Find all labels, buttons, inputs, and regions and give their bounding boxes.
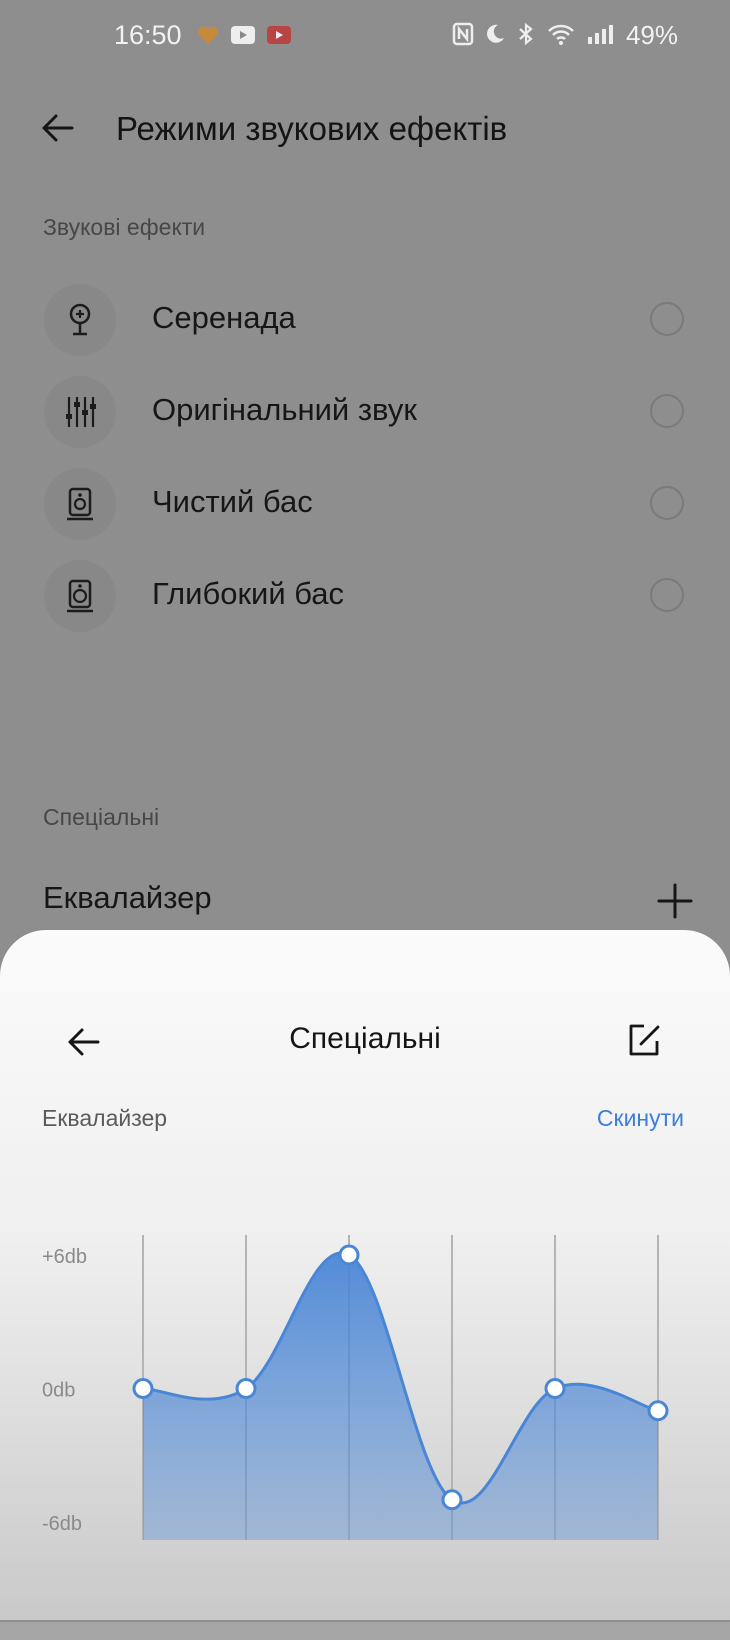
add-icon[interactable] [656, 882, 694, 920]
equalizer-row-label[interactable]: Еквалайзер [43, 880, 212, 916]
radio-deep-bass[interactable] [650, 578, 684, 612]
nfc-icon [452, 22, 474, 46]
heart-notification-icon [198, 26, 218, 44]
eq-band-handle[interactable] [235, 1378, 257, 1399]
moon-icon [487, 24, 504, 43]
speaker-icon [67, 487, 93, 521]
wifi-icon [548, 24, 574, 45]
icon-background [44, 376, 116, 448]
status-time: 16:50 [114, 20, 182, 50]
eq-band-handle[interactable] [647, 1400, 669, 1422]
section-label-special: Спеціальні [43, 804, 160, 830]
y-tick-label: -6db [42, 1513, 82, 1535]
section-label-sound-effects: Звукові ефекти [43, 214, 206, 240]
reset-button[interactable]: Скинути [597, 1105, 684, 1132]
edit-icon[interactable] [624, 1020, 664, 1060]
equalizer-sliders-icon [66, 397, 96, 427]
equalizer-chart[interactable]: +6db0db-6db 1001704004k9k12k Низькачасто… [0, 1130, 730, 1550]
effect-label: Чистий бас [152, 484, 313, 519]
radio-clear-bass[interactable] [650, 486, 684, 520]
equalizer-label: Еквалайзер [42, 1105, 168, 1131]
effect-label: Оригінальний звук [152, 392, 417, 427]
effect-label: Серенада [152, 300, 296, 335]
effect-label: Глибокий бас [152, 576, 345, 611]
eq-band-handle[interactable] [441, 1489, 463, 1511]
icon-background [44, 468, 116, 540]
eq-band-handle[interactable] [544, 1378, 566, 1399]
system-icons [452, 22, 616, 46]
microphone-icon [69, 303, 91, 336]
signal-icon [588, 25, 613, 44]
radio-serenade[interactable] [650, 302, 684, 336]
speaker-icon [67, 579, 93, 613]
page-title: Режими звукових ефектів [116, 110, 508, 147]
youtube-red-icon [267, 26, 291, 44]
back-arrow-icon[interactable] [38, 108, 78, 148]
icon-background [44, 560, 116, 632]
icon-background [44, 284, 116, 356]
youtube-icon [231, 26, 255, 44]
sheet-title: Спеціальні [289, 1022, 441, 1055]
equalizer-area [143, 1252, 658, 1540]
eq-band-handle[interactable] [132, 1378, 154, 1399]
effect-item-serenade[interactable]: Серенада [0, 276, 730, 364]
bluetooth-icon [519, 22, 533, 46]
equalizer-sheet: Спеціальні Еквалайзер Скинути +6db 0db -6d… [0, 930, 730, 1620]
y-tick-label: 0db [42, 1380, 75, 1402]
effect-item-clear-bass[interactable]: Чистий бас [0, 460, 730, 548]
radio-original-sound[interactable] [650, 394, 684, 428]
status-bar: 16:50 49% [0, 0, 730, 72]
battery-level: 49% [625, 20, 678, 50]
effect-item-deep-bass[interactable]: Глибокий бас [0, 552, 730, 640]
y-tick-label: +6db [42, 1246, 87, 1268]
notification-icons [196, 24, 292, 46]
bottom-strip [0, 1622, 730, 1640]
effect-item-original-sound[interactable]: Оригінальний звук [0, 368, 730, 456]
eq-band-handle[interactable] [338, 1244, 360, 1266]
